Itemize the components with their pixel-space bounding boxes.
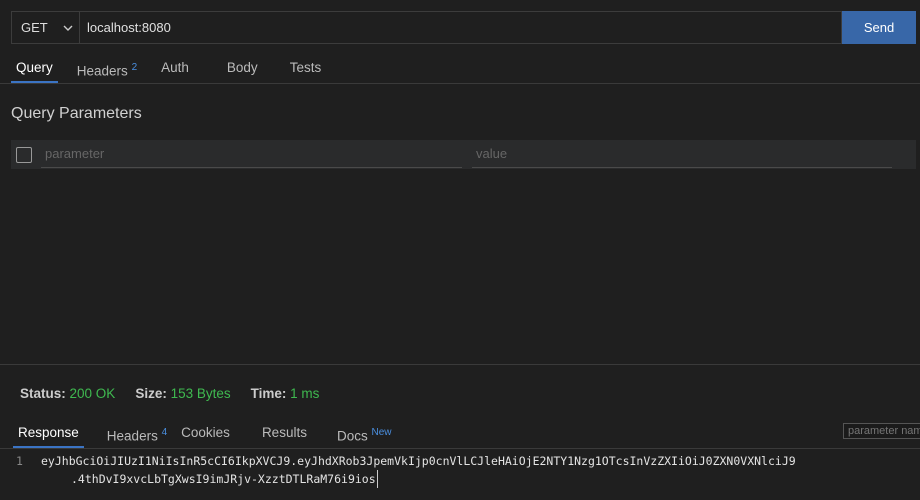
tab-label: Body xyxy=(226,60,258,75)
size-info: Size: 153 Bytes xyxy=(135,386,230,401)
divider xyxy=(0,448,920,449)
tab-response-headers[interactable]: Headers 4 xyxy=(102,419,172,447)
response-tabs: Response Headers 4 Cookies Results Docs … xyxy=(13,419,411,448)
size-label: Size: xyxy=(135,386,167,401)
tab-results[interactable]: Results xyxy=(257,419,312,447)
query-params-title: Query Parameters xyxy=(11,105,142,122)
size-value: 153 Bytes xyxy=(170,386,231,401)
tab-label: Query xyxy=(16,60,53,75)
headers-count-badge: 2 xyxy=(131,62,138,73)
method-select[interactable]: GET xyxy=(11,11,80,44)
response-status-bar: Status: 200 OK Size: 153 Bytes Time: 1 m… xyxy=(20,386,319,401)
new-badge: New xyxy=(371,427,392,438)
tab-label: Headers xyxy=(76,63,128,79)
divider xyxy=(0,83,920,84)
chevron-down-icon xyxy=(63,25,73,31)
response-line-2: .4thDvI9xvcLbTgXwsI9imJRjv-XzztDTLRaM76i… xyxy=(71,470,378,488)
method-value: GET xyxy=(21,20,48,35)
tab-query[interactable]: Query xyxy=(11,54,58,83)
status-label: Status: xyxy=(20,386,66,401)
headers-count-badge: 4 xyxy=(161,427,168,438)
query-param-row xyxy=(11,140,916,169)
param-checkbox[interactable] xyxy=(16,147,32,163)
response-line-1: eyJhbGciOiJIUzI1NiIsInR5cCI6IkpXVCJ9.eyJ… xyxy=(41,454,796,468)
tab-label: Auth xyxy=(161,60,189,75)
tab-auth[interactable]: Auth xyxy=(156,54,194,82)
url-input[interactable]: localhost:8080 xyxy=(80,11,842,44)
tab-label: Headers xyxy=(106,428,158,444)
tab-body[interactable]: Body xyxy=(222,54,263,82)
tab-docs[interactable]: Docs New xyxy=(332,419,397,447)
status-info: Status: 200 OK xyxy=(20,386,115,401)
send-button[interactable]: Send xyxy=(842,11,916,44)
time-info: Time: 1 ms xyxy=(251,386,320,401)
tab-headers[interactable]: Headers 2 xyxy=(72,54,142,82)
time-value: 1 ms xyxy=(290,386,320,401)
response-filter-input[interactable] xyxy=(843,423,920,439)
url-bar: GET localhost:8080 Send xyxy=(11,11,916,44)
param-name-input[interactable] xyxy=(41,140,462,168)
request-tabs: Query Headers 2 Auth Body Tests xyxy=(11,54,340,83)
tab-response[interactable]: Response xyxy=(13,419,84,448)
tab-label: Results xyxy=(261,425,307,440)
tab-label: Cookies xyxy=(181,425,230,440)
param-value-input[interactable] xyxy=(472,140,892,168)
tab-label: Tests xyxy=(289,60,322,75)
line-number: 1 xyxy=(16,454,23,468)
panel-divider[interactable] xyxy=(0,364,920,365)
status-value: 200 OK xyxy=(69,386,116,401)
tab-cookies[interactable]: Cookies xyxy=(176,419,235,447)
tab-label: Docs xyxy=(336,428,368,444)
time-label: Time: xyxy=(250,386,287,401)
tab-tests[interactable]: Tests xyxy=(285,54,327,82)
tab-label: Response xyxy=(18,425,79,440)
url-value: localhost:8080 xyxy=(87,20,171,35)
